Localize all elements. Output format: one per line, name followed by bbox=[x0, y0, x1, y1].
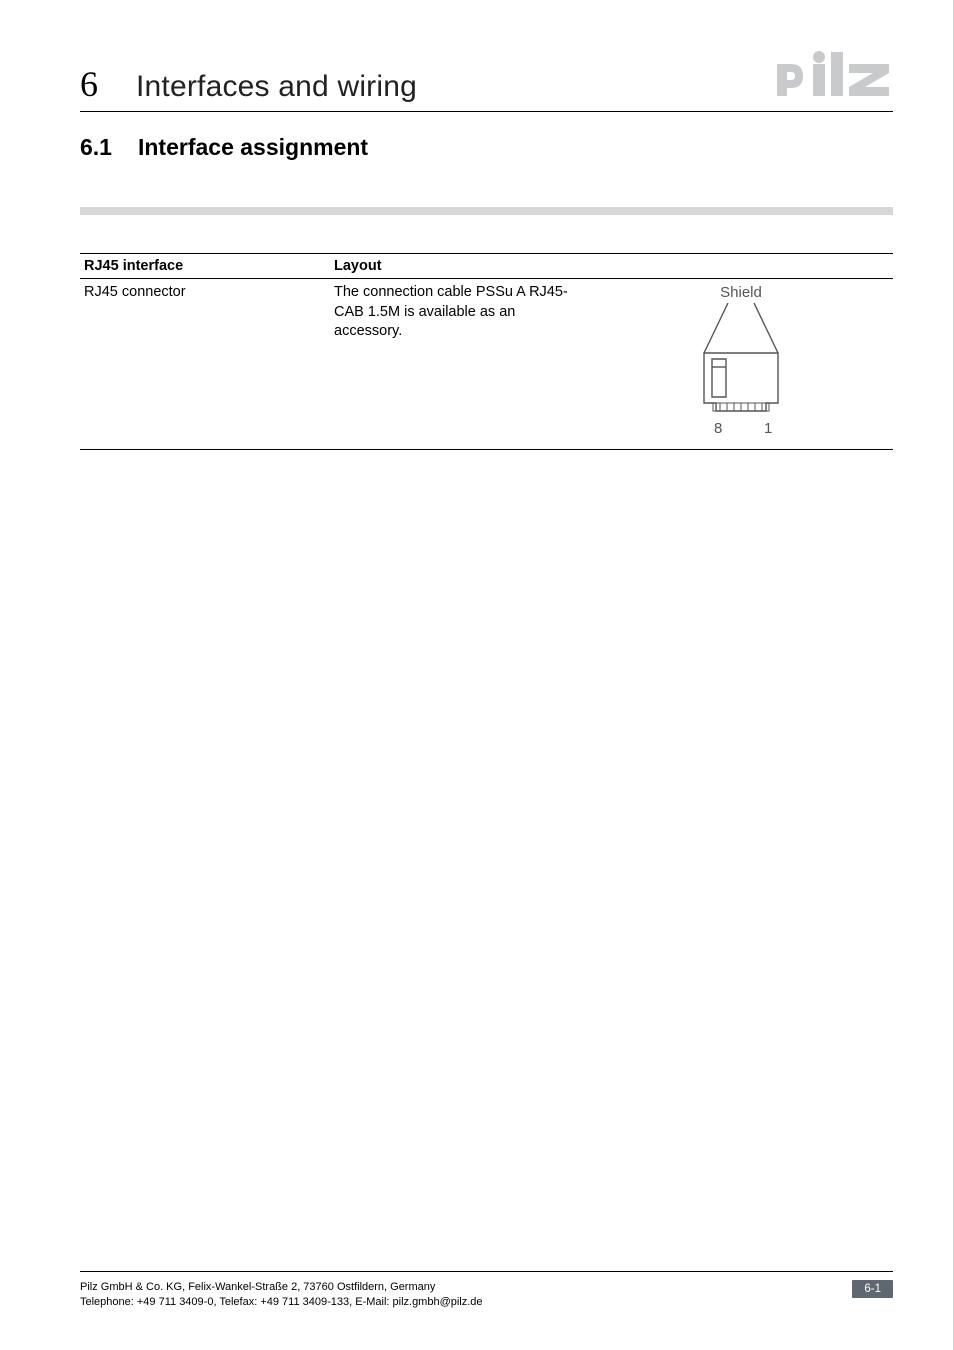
section-divider bbox=[80, 207, 893, 215]
rj45-diagram: Shield bbox=[666, 283, 816, 443]
page-footer: Pilz GmbH & Co. KG, Felix-Wankel-Straße … bbox=[80, 1271, 893, 1310]
th-interface: RJ45 interface bbox=[80, 254, 330, 279]
footer-row: Pilz GmbH & Co. KG, Felix-Wankel-Straße … bbox=[80, 1280, 893, 1310]
chapter-number: 6 bbox=[80, 63, 98, 105]
footer-line1: Pilz GmbH & Co. KG, Felix-Wankel-Straße … bbox=[80, 1280, 483, 1295]
pilz-logo bbox=[775, 50, 893, 105]
footer-text: Pilz GmbH & Co. KG, Felix-Wankel-Straße … bbox=[80, 1280, 483, 1310]
th-diagram bbox=[590, 254, 893, 279]
interface-table: RJ45 interface Layout RJ45 connector The… bbox=[80, 253, 893, 450]
page-number-badge: 6-1 bbox=[852, 1280, 893, 1298]
section-title: Interface assignment bbox=[138, 134, 368, 161]
header-left: 6 Interfaces and wiring bbox=[80, 63, 417, 105]
pin-right-label: 1 bbox=[764, 420, 772, 437]
cell-layout: The connection cable PSSu A RJ45-CAB 1.5… bbox=[330, 279, 590, 450]
cell-diagram: Shield bbox=[590, 279, 893, 450]
footer-line2: Telephone: +49 711 3409-0, Telefax: +49 … bbox=[80, 1295, 483, 1310]
section-number: 6.1 bbox=[80, 134, 112, 161]
page-header: 6 Interfaces and wiring bbox=[80, 50, 893, 112]
shield-label: Shield bbox=[720, 284, 762, 301]
table-row: RJ45 connector The connection cable PSSu… bbox=[80, 279, 893, 450]
footer-rule bbox=[80, 1271, 893, 1272]
table-header-row: RJ45 interface Layout bbox=[80, 254, 893, 279]
page: 6 Interfaces and wiring 6. bbox=[0, 0, 954, 1350]
section-heading: 6.1 Interface assignment bbox=[80, 134, 893, 161]
chapter-title: Interfaces and wiring bbox=[136, 70, 417, 104]
pin-left-label: 8 bbox=[714, 420, 722, 437]
cell-interface: RJ45 connector bbox=[80, 279, 330, 450]
th-layout: Layout bbox=[330, 254, 590, 279]
